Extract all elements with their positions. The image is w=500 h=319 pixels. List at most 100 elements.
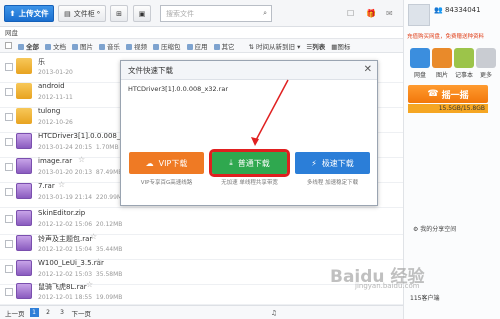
file-date: 2012-12-02 15:06 20.12MB [38,221,123,228]
new-folder-icon: ⊞ [116,9,122,18]
row-checkbox[interactable] [5,215,13,223]
box-icon: ▣ [138,9,146,18]
tab-other[interactable]: 其它 [213,41,235,51]
pagination: 上一页 1 2 3 下一页 ♫ [0,305,403,319]
star-icon[interactable]: ☆ [90,232,97,241]
tile-more-label: 更多 [479,72,492,79]
dialog-file-name: HTCDriver3[1].0.0.008_x32.rar [128,85,228,93]
netdisk-tile-icon[interactable] [410,48,430,68]
sort-dropdown[interactable]: ⇅ 时间从新到旧 ▾ [249,41,301,51]
page-2[interactable]: 2 [44,308,53,317]
message-icon[interactable]: ✉ [386,9,393,18]
rar-file-icon [16,158,32,174]
tile-notebook-label: 记事本 [454,72,473,79]
folder-icon [16,58,32,74]
tab-music[interactable]: 音乐 [99,41,120,51]
all-icon [18,43,24,50]
row-checkbox[interactable] [5,138,13,146]
search-icon[interactable]: ⌕ [263,9,267,18]
row-checkbox[interactable] [5,63,13,71]
file-size: 35.58MB [95,271,123,278]
file-name[interactable]: 7.rar [38,182,55,190]
row-checkbox[interactable] [5,113,13,121]
tab-archive[interactable]: 压缩包 [153,41,181,51]
next-page-button[interactable]: 下一页 [72,308,92,318]
file-name[interactable]: 鼠骑飞虎8L.rar [38,282,87,292]
normal-download-button[interactable]: ⤓ 普通下载 [209,149,290,177]
file-date: 2012-11-11 [38,94,73,101]
new-folder-button[interactable]: ⊞ [110,5,128,22]
row-checkbox[interactable] [5,265,13,273]
file-date: 2013-01-20 [38,69,73,76]
search-input[interactable]: 搜索文件 ⌕ [160,5,272,22]
gift-icon[interactable]: 🎁 [366,9,376,18]
vip-notice[interactable]: 充值购买网盘，免费赠送种资料 [407,32,484,40]
tab-doc[interactable]: 文档 [45,41,66,51]
normal-download-desc: 无加速 单线程共享带宽 [221,180,278,186]
vip-download-desc: VIP专享百G高速线路 [140,180,193,186]
close-icon[interactable]: ✕ [364,64,372,75]
other-icon [213,43,220,50]
star-icon[interactable]: ☆ [58,180,65,189]
music-player-icon[interactable]: ♫ [271,309,277,317]
row-checkbox[interactable] [5,288,13,296]
avatar[interactable] [408,4,430,26]
music-icon [99,43,105,50]
star-icon[interactable]: ☆ [86,280,93,289]
tab-app[interactable]: 应用 [186,41,208,51]
file-name[interactable]: image.rar [38,157,72,165]
category-bar: 全部 文档 图片 音乐 视频 压缩包 应用 其它 ⇅ 时间从新到旧 ▾ ☰列表 … [0,39,403,53]
fast-download-button[interactable]: ⚡ 极速下载 [295,152,370,174]
star-icon[interactable]: ☆ [95,257,102,266]
client-label[interactable]: 115客户端 [410,293,439,302]
breadcrumb-root[interactable]: 网盘 [5,29,18,37]
star-icon[interactable]: ☆ [78,155,85,164]
file-size: 35.44MB [95,246,123,253]
row-checkbox[interactable] [5,88,13,96]
notebook-tile-icon[interactable] [454,48,474,68]
shake-button[interactable]: ☎ 摇一摇 [408,85,488,103]
upload-button-label: 上传文件 [18,9,49,18]
vip-download-button[interactable]: ☁ VIP下载 [129,152,204,174]
file-name[interactable]: 铃声及主题包.rar [38,234,92,244]
tile-netdisk-label: 网盘 [413,72,426,79]
more-tile-icon[interactable] [476,48,496,68]
file-size: 1.70MB [95,144,119,151]
cabinet-box-button[interactable]: ▣ [133,5,151,22]
view-icon-button[interactable]: ▦图标 [331,41,350,51]
tab-video[interactable]: 视频 [126,41,147,51]
rar-file-icon [16,133,32,149]
video-icon [126,43,132,50]
file-cabinet-button[interactable]: ▤ 文件柜 ⁶ [58,5,106,22]
view-list-button[interactable]: ☰列表 [306,41,325,51]
tab-all[interactable]: 全部 [18,41,39,51]
file-date: 2012-12-02 15:04 35.44MB [38,246,123,253]
upload-button[interactable]: ⬆ 上传文件 [4,5,54,22]
shake-icon: ☎ [427,89,442,99]
recycle-icon[interactable]: ☐ [347,9,354,18]
file-name[interactable]: W100_LeUi_3.5.rar [38,259,104,267]
file-date: 2012-12-01 18:55 19.09MB [38,294,123,301]
file-size: 87.49MB [95,169,123,176]
select-all-checkbox[interactable] [5,42,12,49]
file-date: 2013-01-24 20:15 1.70MB [38,144,119,151]
quota-bar: 15.5GB/15.8GB [408,104,488,113]
row-checkbox[interactable] [5,163,13,171]
file-name[interactable]: SkinEditor.zip [38,209,85,217]
file-date: 2013-01-19 21:14 220.99MB [38,194,127,201]
file-name[interactable]: tulong [38,107,60,115]
tab-image[interactable]: 图片 [72,41,93,51]
search-placeholder: 搜索文件 [166,9,194,18]
file-name[interactable]: android [38,82,65,90]
row-checkbox[interactable] [5,188,13,196]
file-size: 20.12MB [95,221,123,228]
share-space-link[interactable]: ⚙ 我的分享空间 [413,224,456,233]
image-tile-icon[interactable] [432,48,452,68]
file-name[interactable]: 乐 [38,57,45,67]
page-1[interactable]: 1 [29,308,39,317]
prev-page-button[interactable]: 上一页 [5,308,25,318]
file-date: 2012-10-26 [38,119,73,126]
image-icon [72,43,78,50]
page-3[interactable]: 3 [58,308,67,317]
row-checkbox[interactable] [5,240,13,248]
